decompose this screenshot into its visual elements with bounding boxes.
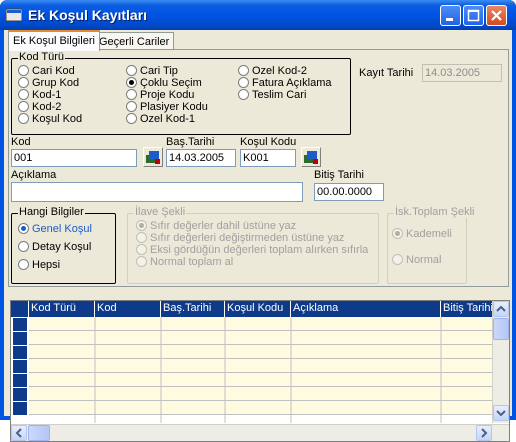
chevron-left-icon xyxy=(15,428,22,438)
grid-horizontal-scrollbar[interactable] xyxy=(11,424,509,441)
chevron-right-icon xyxy=(481,428,488,438)
radio-ozel-kod-1[interactable]: Ozel Kod-1 xyxy=(126,113,195,126)
vertical-scroll-thumb[interactable] xyxy=(493,318,509,340)
kosul-grid[interactable]: Kod Türü Kod Baş.Tarihi Koşul Kodu Açıkl… xyxy=(10,300,510,442)
radio-hepsi[interactable]: Hepsi xyxy=(18,259,60,272)
isk-toplam-label: İsk.Toplam Şekli xyxy=(394,206,476,218)
bitis-tarihi-input[interactable]: 00.00.0000 xyxy=(314,183,384,201)
tab-panel: Kod Türü Cari Kod Grup Kod Kod-1 Kod-2 K… xyxy=(8,49,509,287)
kod-turu-group: Kod Türü Cari Kod Grup Kod Kod-1 Kod-2 K… xyxy=(11,51,351,135)
grid-lines xyxy=(94,317,442,423)
aciklama-input[interactable] xyxy=(11,182,303,202)
ilave-sekli-group: İlave Şekli Sıfır değerler dahil üstüne … xyxy=(127,206,379,284)
hangi-bilgiler-label: Hangi Bilgiler xyxy=(18,206,85,218)
bas-tarihi-label: Baş.Tarihi xyxy=(166,136,215,148)
title-bar[interactable]: Ek Koşul Kayıtları xyxy=(0,0,516,30)
kayit-tarihi-label: Kayıt Tarihi xyxy=(359,67,414,79)
grid-header-kod-turu[interactable]: Kod Türü xyxy=(29,301,95,317)
lookup-icon xyxy=(146,151,160,164)
ilave-sekli-label: İlave Şekli xyxy=(134,206,187,218)
minimize-icon xyxy=(446,18,453,21)
close-icon xyxy=(491,10,502,21)
kayit-tarihi-field: 14.03.2005 xyxy=(422,64,502,82)
radio-normal-toplam[interactable]: Normal toplam al xyxy=(136,256,233,269)
grid-header-bitis-tarihi[interactable]: Bitiş Tarihi xyxy=(441,301,493,317)
kosul-kodu-lookup-button[interactable] xyxy=(301,147,321,167)
grid-header-kod[interactable]: Kod xyxy=(95,301,161,317)
kod-lookup-button[interactable] xyxy=(143,147,163,167)
grid-header-aciklama[interactable]: Açıklama xyxy=(291,301,441,317)
grid-corner xyxy=(11,301,29,317)
close-button[interactable] xyxy=(486,5,507,26)
hangi-bilgiler-group: Hangi Bilgiler Genel Koşul Detay Koşul H… xyxy=(11,206,116,284)
radio-kademeli[interactable]: Kademeli xyxy=(392,228,452,241)
grid-header-kosul-kodu[interactable]: Koşul Kodu xyxy=(225,301,291,317)
scroll-up-button[interactable] xyxy=(493,301,509,317)
kod-input[interactable]: 001 xyxy=(11,149,137,167)
scroll-right-button[interactable] xyxy=(476,425,492,441)
kosul-kodu-label: Koşul Kodu xyxy=(240,136,297,148)
lookup-icon xyxy=(304,151,318,164)
radio-normal[interactable]: Normal xyxy=(392,254,441,267)
scroll-down-button[interactable] xyxy=(493,405,509,421)
window-app-icon xyxy=(6,8,22,22)
chevron-down-icon xyxy=(496,410,506,417)
grid-header-bas-tarihi[interactable]: Baş.Tarihi xyxy=(161,301,225,317)
maximize-button[interactable] xyxy=(463,5,484,26)
client-area: Ek Koşul Bilgileri Geçerli Cariler Kod T… xyxy=(4,30,512,442)
tab-ek-kosul-bilgileri[interactable]: Ek Koşul Bilgileri xyxy=(8,30,100,51)
radio-kosul-kod[interactable]: Koşul Kod xyxy=(18,113,82,126)
kod-label: Kod xyxy=(11,136,31,148)
window-title: Ek Koşul Kayıtları xyxy=(28,7,148,23)
radio-detay-kosul[interactable]: Detay Koşul xyxy=(18,241,91,254)
maximize-icon xyxy=(467,9,480,22)
isk-toplam-group: İsk.Toplam Şekli Kademeli Normal xyxy=(387,206,476,284)
bitis-tarihi-label: Bitiş Tarihi xyxy=(314,169,364,181)
minimize-button[interactable] xyxy=(440,5,461,26)
kod-turu-label: Kod Türü xyxy=(18,51,66,63)
grid-vertical-scrollbar[interactable] xyxy=(492,301,509,423)
horizontal-scroll-thumb[interactable] xyxy=(28,425,50,441)
aciklama-label: Açıklama xyxy=(11,169,57,181)
radio-teslim-cari[interactable]: Teslim Cari xyxy=(238,89,306,102)
scroll-left-button[interactable] xyxy=(11,425,27,441)
application-window: Ek Koşul Kayıtları Ek Koşul Bilgileri Ge… xyxy=(0,0,516,442)
radio-genel-kosul[interactable]: Genel Koşul xyxy=(18,223,92,236)
kosul-kodu-input[interactable]: K001 xyxy=(240,149,296,167)
bas-tarihi-input[interactable]: 14.03.2005 xyxy=(166,149,236,167)
chevron-up-icon xyxy=(496,305,506,312)
